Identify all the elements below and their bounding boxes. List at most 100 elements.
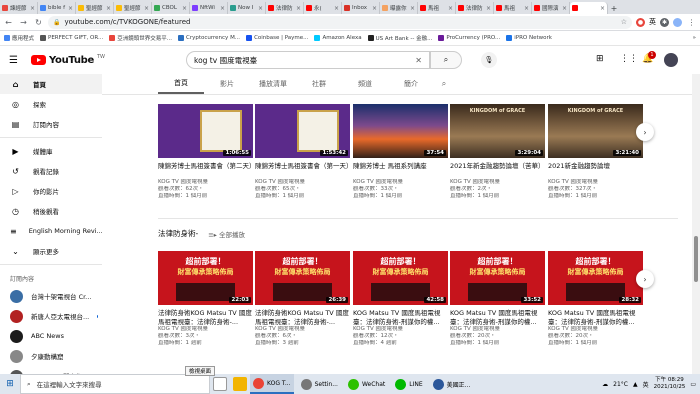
video-thumbnail[interactable]: 37:54 [353,104,448,158]
video-title[interactable]: 陳錦芳博士 馬祖系列講座 [353,162,448,179]
close-tab-icon[interactable]: × [258,5,263,12]
channel-name[interactable]: KOG TV 國度電視臺 [255,326,350,333]
taskbar-app[interactable]: KOG T... [250,374,294,394]
windows-start-icon[interactable]: ⊞ [0,374,20,394]
clear-search-icon[interactable]: ✕ [415,56,422,65]
close-tab-icon[interactable]: × [220,5,225,12]
close-tab-icon[interactable]: × [448,5,453,12]
apps-grid-icon[interactable]: ⋮⋮ [620,54,638,64]
channel-name[interactable]: KOG TV 國度電視臺 [255,179,350,186]
network-icon[interactable]: ▲ [633,381,638,388]
notification-center-icon[interactable]: ▭ [690,381,696,388]
tab-channel[interactable]: 簡介 [388,73,434,94]
video-title[interactable]: 陳錦芳博士馬祖簽書會（第一天） [255,162,350,179]
video-card[interactable]: 超前部署！ 財富傳承策略佈局 28:32 KOG Matsu TV 國度馬祖電視臺：法… [548,251,643,347]
shelf-next-arrow-2[interactable]: › [636,270,654,288]
bookmark-item[interactable]: US Art Bank -- 金融... [367,34,432,42]
section-title[interactable]: 法律防身術- [158,228,198,239]
tab-channel[interactable]: 影片 [204,73,250,94]
browser-tab[interactable]: 法律防 × [266,2,304,14]
video-card[interactable]: 1:53:42 陳錦芳博士馬祖簽書會（第一天） KOG TV 國度電視臺 觀看次數：6… [255,104,350,200]
video-title[interactable]: 法律防身術KOG Matsu TV 國度馬祖電視臺：法律防身術-... [255,309,350,326]
video-card[interactable]: KINGDOM of GRACE 3:29:04 2021年新金融趨勢論壇（苦華） K… [450,104,545,200]
video-thumbnail[interactable]: 超前部署！ 財富傳承策略佈局 22:03 [158,251,253,305]
bookmark-item[interactable]: 亞洲鏡頭世界交易平... [109,34,172,42]
channel-name[interactable]: KOG TV 國度電視臺 [548,326,643,333]
bookmarks-more-button[interactable]: » [693,35,696,41]
video-title[interactable]: KOG Matsu TV 國度馬祖電視臺：法律防身術-刑謀你的權... [548,309,643,326]
close-tab-icon[interactable]: × [106,5,111,12]
star-icon[interactable]: ☆ [621,18,627,26]
video-title[interactable]: 2021新金融趨勢論壇 [548,162,643,179]
channel-name[interactable]: KOG TV 國度電視臺 [450,179,545,186]
subscription-item[interactable]: 台灣十架電視台 Cr... [0,286,102,306]
video-card[interactable]: 超前部署！ 財富傳承策略佈局 26:39 法律防身術KOG Matsu TV 國度馬祖… [255,251,350,347]
channel-name[interactable]: KOG TV 國度電視臺 [353,179,448,186]
shelf-next-arrow[interactable]: › [636,123,654,141]
browser-tab[interactable]: bible f × [38,2,76,14]
browser-tab[interactable]: Inbox × [342,2,380,14]
video-thumbnail[interactable]: 超前部署！ 財富傳承策略佈局 28:32 [548,251,643,305]
create-video-icon[interactable]: ⊞ [596,54,604,64]
browser-tab[interactable]: NftWi × [190,2,228,14]
sidebar-item-show-more[interactable]: ⌄ 顯示更多 [0,241,102,261]
browser-menu-icon[interactable]: ⋮ [686,17,697,28]
back-icon[interactable]: ← [3,17,14,28]
sidebar-item-watch-later[interactable]: ◷ 稍後觀看 [0,201,102,221]
video-thumbnail[interactable]: 超前部署！ 財富傳承策略佈局 42:58 [353,251,448,305]
tab-channel[interactable]: 頻道 [342,73,388,94]
subscription-item[interactable]: 夕康動構窟 [0,346,102,366]
close-tab-icon[interactable]: × [334,5,339,12]
bookmark-item[interactable]: PERFECT GIFT, OR... [40,35,103,41]
close-tab-icon[interactable]: × [30,5,35,12]
close-tab-icon[interactable]: × [182,5,187,12]
ime-indicator-taskbar[interactable]: 英 [643,380,649,389]
browser-tab[interactable]: × [570,2,608,14]
close-tab-icon[interactable]: × [68,5,73,12]
taskbar-app[interactable]: 美國正... [430,374,474,394]
browser-tab[interactable]: 馬祖 × [418,2,456,14]
close-tab-icon[interactable]: × [524,5,529,12]
video-card[interactable]: 超前部署！ 財富傳承策略佈局 22:03 法律防身術KOG Matsu TV 國度馬祖… [158,251,253,347]
scrollbar[interactable] [692,74,700,374]
browser-tab[interactable]: CBOL × [152,2,190,14]
bookmark-item[interactable]: Amazon Alexa [314,35,362,41]
video-card[interactable]: 37:54 陳錦芳博士 馬祖系列講座 KOG TV 國度電視臺 觀看次數：33次・ 直播… [353,104,448,200]
taskbar-app[interactable]: WeChat [345,374,388,394]
browser-tab[interactable]: 曝露你 × [380,2,418,14]
forward-icon[interactable]: → [18,17,29,28]
task-view-icon[interactable] [213,377,227,391]
clock[interactable]: 下午 08:29 2021/10/25 [654,377,686,391]
video-thumbnail[interactable]: KINGDOM of GRACE 3:21:40 [548,104,643,158]
tab-channel[interactable]: 首頁 [158,73,204,94]
address-bar[interactable]: 🔒 youtube.com/c/TVKOGONE/featured ☆ [48,15,632,29]
taskbar-app[interactable]: LINE [392,374,425,394]
channel-search-icon[interactable]: ⌕ [434,73,454,94]
browser-tab[interactable]: 聖經節 × [114,2,152,14]
subscription-item[interactable]: 新唐人亞太電視台... [0,306,102,326]
browser-tab[interactable]: 諫經節 × [0,2,38,14]
bookmark-item[interactable]: Cryptocurrency M... [177,35,240,41]
browser-tab[interactable]: 法律防 × [456,2,494,14]
video-card[interactable]: 超前部署！ 財富傳承策略佈局 42:58 KOG Matsu TV 國度馬祖電視臺：法… [353,251,448,347]
tab-channel[interactable]: 社群 [296,73,342,94]
channel-name[interactable]: KOG TV 國度電視臺 [548,179,643,186]
channel-name[interactable]: KOG TV 國度電視臺 [353,326,448,333]
ime-indicator[interactable]: 英 [649,17,656,27]
close-tab-icon[interactable]: × [296,5,301,12]
video-card[interactable]: KINGDOM of GRACE 3:21:40 2021新金融趨勢論壇 KOG TV… [548,104,643,200]
sidebar-item-home[interactable]: ⌂ 首頁 [0,74,102,94]
avatar[interactable] [664,53,678,67]
menu-hamburger-icon[interactable]: ☰ [9,55,23,66]
bookmark-item[interactable]: iPRO Network [506,35,552,41]
play-all-button[interactable]: ≡▸ 全部播放 [208,229,245,239]
close-tab-icon[interactable]: × [486,5,491,12]
extensions-puzzle-icon[interactable]: ✱ [660,17,669,27]
video-title[interactable]: 法律防身術KOG Matsu TV 國度馬祖電視臺：法律防身術-... [158,309,253,326]
new-tab-button[interactable]: + [608,2,620,14]
sidebar-item-library[interactable]: ▶ 媒體庫 [0,141,102,161]
video-title[interactable]: 陳錦芳博士馬祖簽書會（第二天） [158,162,253,179]
sidebar-item-your-videos[interactable]: ▷ 你的影片 [0,181,102,201]
youtube-logo[interactable]: YouTube TW [31,54,105,66]
video-card[interactable]: 1:06:55 陳錦芳博士馬祖簽書會（第二天） KOG TV 國度電視臺 觀看次數：6… [158,104,253,200]
